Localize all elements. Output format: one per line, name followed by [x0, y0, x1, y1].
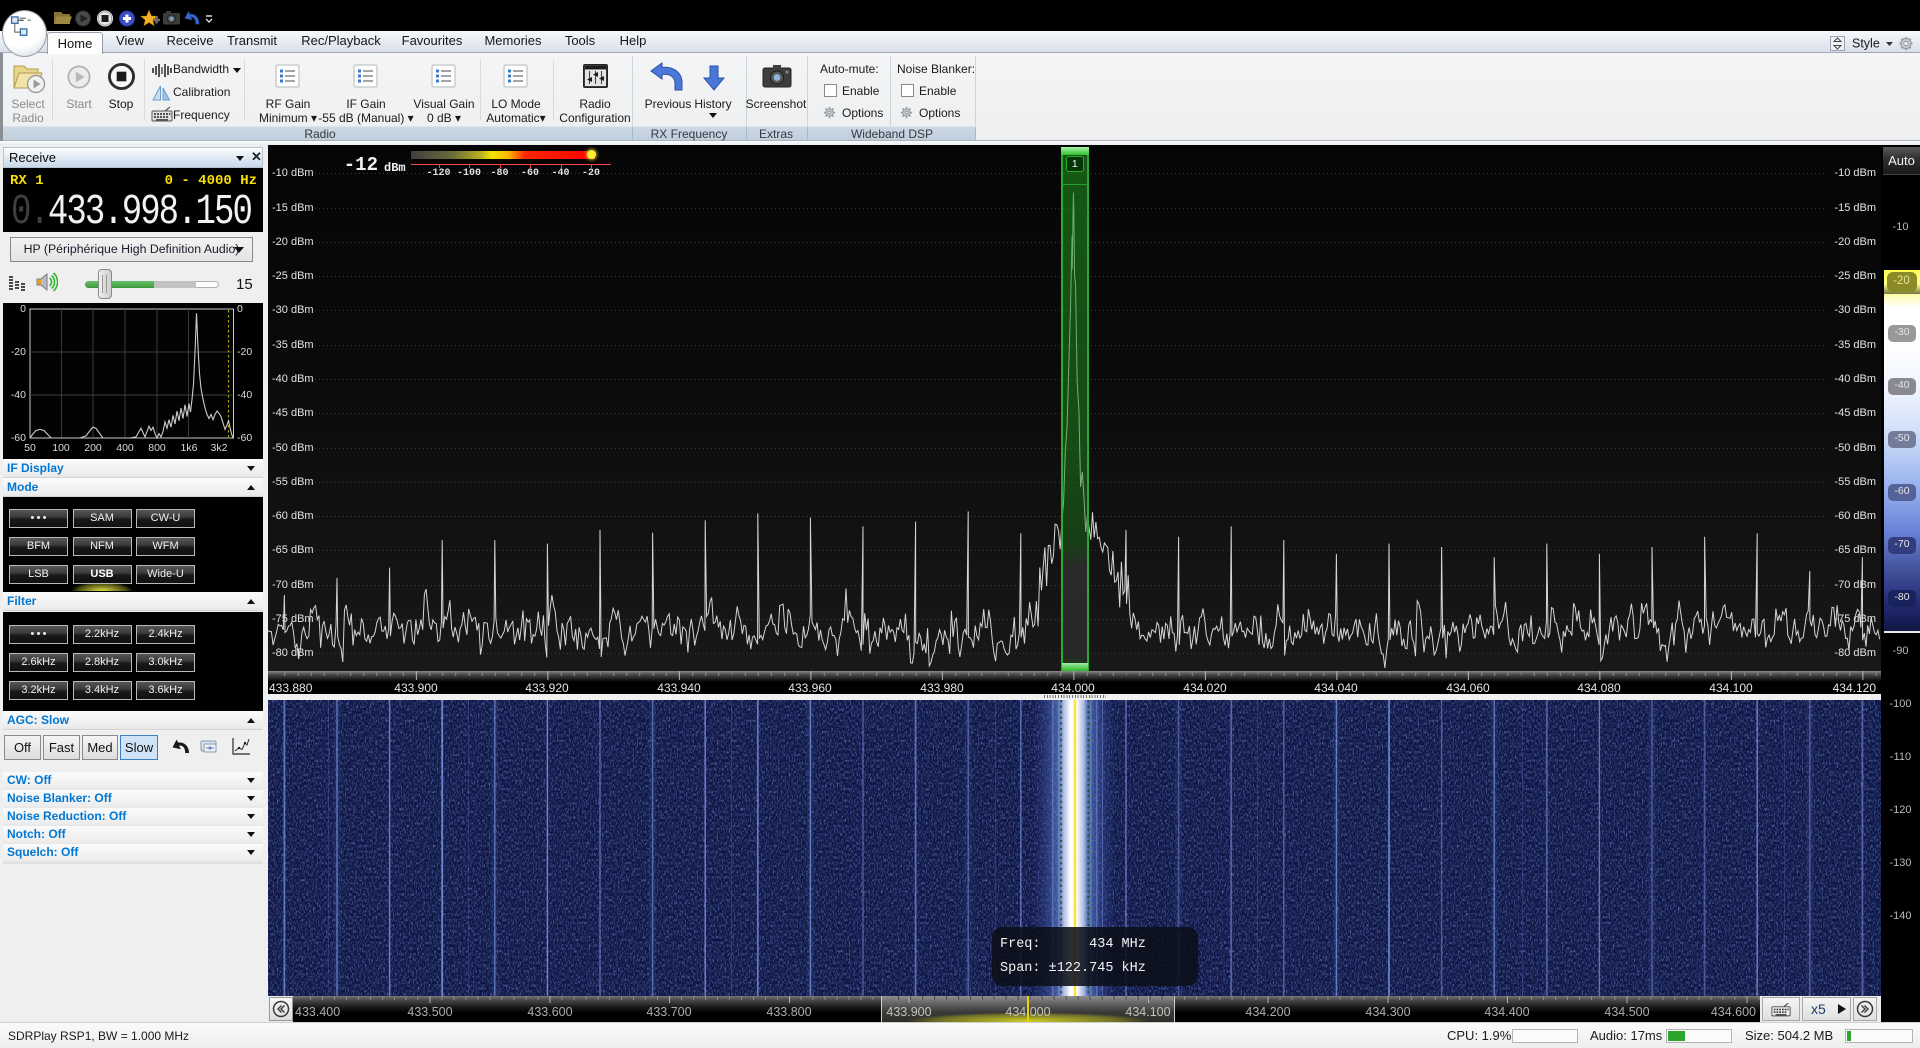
svg-text:Style: Style	[1852, 37, 1880, 51]
